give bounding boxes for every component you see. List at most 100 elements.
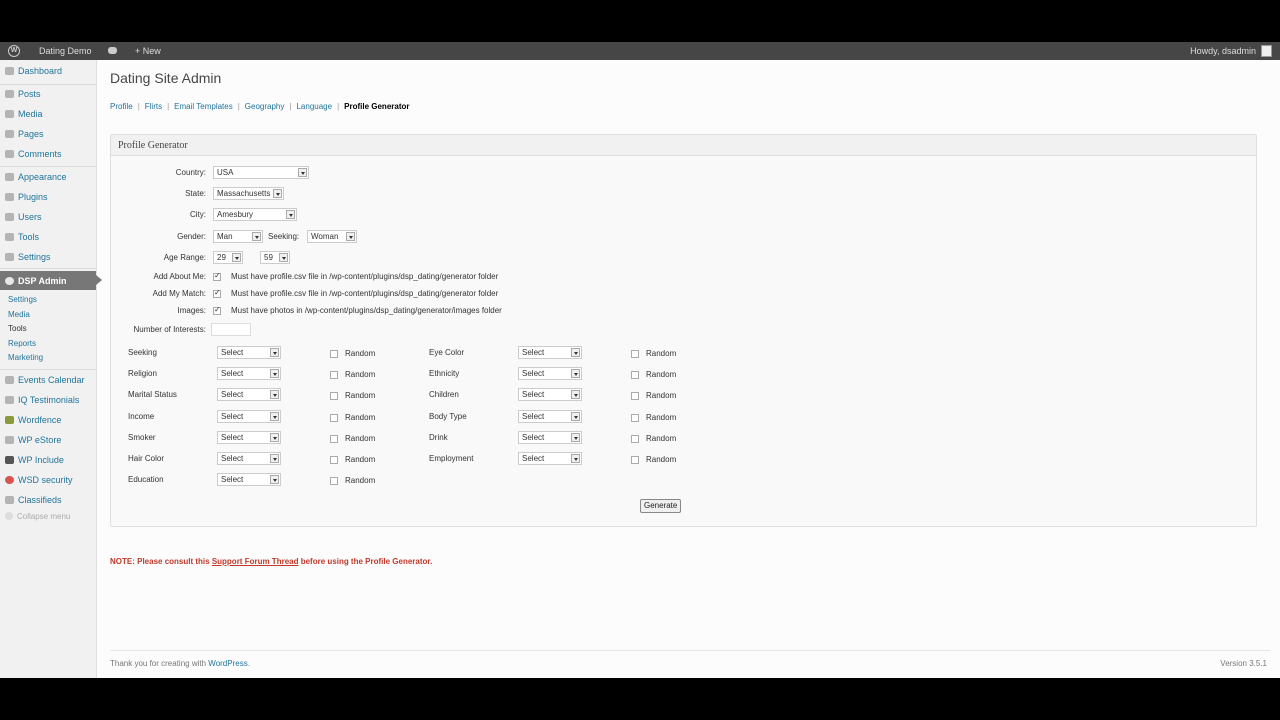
sidebar-item-iq-testimonials[interactable]: IQ Testimonials	[0, 390, 96, 410]
state-select[interactable]: Massachusetts	[213, 187, 284, 200]
eye-color-select[interactable]: Select	[518, 346, 582, 359]
sidebar-item-wsd-security[interactable]: WSD security	[0, 470, 96, 490]
subnav-geography[interactable]: Geography	[245, 102, 285, 111]
include-icon	[5, 456, 14, 464]
site-name-link[interactable]: Dating Demo	[39, 42, 92, 60]
eye-color-random-checkbox[interactable]	[631, 350, 639, 358]
add-my-match-checkbox[interactable]	[213, 288, 221, 298]
age-from-select[interactable]: 29	[213, 251, 243, 264]
marital-status-select[interactable]: Select	[217, 388, 281, 401]
employment-random-checkbox[interactable]	[631, 456, 639, 464]
body-type-random-checkbox[interactable]	[631, 414, 639, 422]
seeking-label: Seeking:	[268, 232, 300, 241]
gender-select[interactable]: Man	[213, 230, 263, 243]
chevron-down-icon	[571, 369, 580, 378]
religion-select[interactable]: Select	[217, 367, 281, 380]
collapse-menu-button[interactable]: Collapse menu	[5, 512, 70, 521]
sidebar-item-classifieds[interactable]: Classifieds	[0, 490, 96, 510]
security-icon	[5, 476, 14, 484]
sidebar-item-tools[interactable]: Tools	[0, 227, 96, 247]
images-checkbox[interactable]	[213, 305, 221, 315]
images-label: Images:	[177, 306, 206, 315]
hair-color-label: Hair Color	[128, 454, 165, 463]
sidebar-item-posts[interactable]: Posts	[0, 84, 96, 104]
sidebar-item-pages[interactable]: Pages	[0, 124, 96, 144]
education-random-checkbox[interactable]	[330, 477, 338, 485]
submenu-item-marketing[interactable]: Marketing	[8, 352, 43, 364]
select-value: Select	[522, 454, 545, 463]
employment-select[interactable]: Select	[518, 452, 582, 465]
support-forum-link[interactable]: Support Forum Thread	[212, 557, 299, 566]
city-select[interactable]: Amesbury	[213, 208, 297, 221]
sidebar-item-wordfence[interactable]: Wordfence	[0, 410, 96, 430]
avatar[interactable]	[1261, 45, 1272, 57]
add-about-me-checkbox[interactable]	[213, 271, 221, 281]
sidebar-item-comments[interactable]: Comments	[0, 144, 96, 164]
sidebar-item-settings[interactable]: Settings	[0, 247, 96, 267]
hair-color-random-checkbox[interactable]	[330, 456, 338, 464]
random-label: Random	[345, 391, 376, 400]
sidebar-item-appearance[interactable]: Appearance	[0, 167, 96, 187]
age-to-value: 59	[264, 253, 273, 262]
submenu-item-tools[interactable]: Tools	[8, 323, 27, 335]
select-value: Select	[221, 433, 244, 442]
age-to-select[interactable]: 59	[260, 251, 290, 264]
sidebar-item-plugins[interactable]: Plugins	[0, 187, 96, 207]
footer-divider	[110, 650, 1270, 651]
subnav-language[interactable]: Language	[296, 102, 332, 111]
marital-status-random-checkbox[interactable]	[330, 392, 338, 400]
random-label: Random	[646, 413, 677, 422]
submenu-item-media[interactable]: Media	[8, 309, 30, 321]
wordpress-link[interactable]: WordPress	[208, 659, 247, 668]
sidebar-item-wp-estore[interactable]: WP eStore	[0, 430, 96, 450]
submenu-item-settings[interactable]: Settings	[8, 294, 37, 306]
sidebar-item-dsp-admin[interactable]: DSP Admin	[0, 271, 102, 290]
wordpress-logo-icon[interactable]: W	[8, 45, 20, 57]
chevron-down-icon	[571, 390, 580, 399]
sidebar-item-users[interactable]: Users	[0, 207, 96, 227]
subnav-flirts[interactable]: Flirts	[145, 102, 162, 111]
country-select[interactable]: USA	[213, 166, 309, 179]
education-label: Education	[128, 475, 164, 484]
random-label: Random	[345, 370, 376, 379]
account-menu[interactable]: Howdy, dsadmin	[1190, 42, 1256, 60]
sidebar-item-media[interactable]: Media	[0, 104, 96, 124]
drink-random-checkbox[interactable]	[631, 435, 639, 443]
subnav-separator: |	[289, 102, 292, 111]
seeking-attr-select[interactable]: Select	[217, 346, 281, 359]
religion-random-checkbox[interactable]	[330, 371, 338, 379]
subnav-profile[interactable]: Profile	[110, 102, 133, 111]
drink-select[interactable]: Select	[518, 431, 582, 444]
sidebar-item-wp-include[interactable]: WP Include	[0, 450, 96, 470]
sidebar-item-events-calendar[interactable]: Events Calendar	[0, 370, 96, 390]
ethnicity-random-checkbox[interactable]	[631, 371, 639, 379]
media-icon	[5, 110, 14, 118]
submenu-item-reports[interactable]: Reports	[8, 338, 36, 350]
income-select[interactable]: Select	[217, 410, 281, 423]
chevron-down-icon	[286, 210, 295, 219]
smoker-select[interactable]: Select	[217, 431, 281, 444]
hair-color-select[interactable]: Select	[217, 452, 281, 465]
seeking-random-checkbox[interactable]	[330, 350, 338, 358]
sidebar-item-dashboard[interactable]: Dashboard	[0, 61, 96, 81]
new-content-button[interactable]: + New	[135, 42, 161, 60]
random-label: Random	[646, 391, 677, 400]
generate-button[interactable]: Generate	[640, 499, 682, 513]
subnav-email-templates[interactable]: Email Templates	[174, 102, 233, 111]
add-about-me-label: Add About Me:	[153, 272, 206, 281]
seeking-gender-select[interactable]: Woman	[307, 230, 357, 243]
ethnicity-select[interactable]: Select	[518, 367, 582, 380]
body-type-select[interactable]: Select	[518, 410, 582, 423]
footer-thanks: Thank you for creating with WordPress.	[110, 659, 250, 668]
city-label: City:	[190, 210, 206, 219]
subnav-profile-generator[interactable]: Profile Generator	[344, 102, 409, 111]
children-random-checkbox[interactable]	[631, 392, 639, 400]
children-select[interactable]: Select	[518, 388, 582, 401]
income-random-checkbox[interactable]	[330, 414, 338, 422]
smoker-label: Smoker	[128, 433, 156, 442]
number-of-interests-input[interactable]	[211, 323, 251, 336]
smoker-random-checkbox[interactable]	[330, 435, 338, 443]
browser-viewport: W Dating Demo + New Howdy, dsadmin Dashb…	[0, 42, 1280, 678]
comments-bubble-icon[interactable]	[108, 47, 117, 54]
education-select[interactable]: Select	[217, 473, 281, 486]
